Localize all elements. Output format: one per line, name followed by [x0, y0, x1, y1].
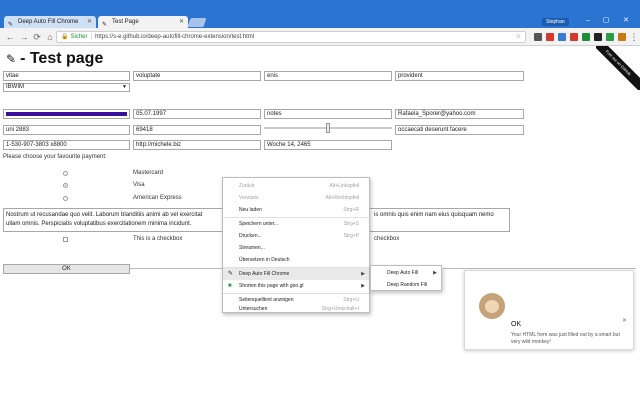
submenu-item-deep-random-fill[interactable]: Deep Random Fill — [371, 279, 441, 291]
ribbon-text: Fork me on GitHub — [596, 46, 640, 90]
radio-label: Mastercard — [133, 170, 164, 176]
tab-label: Test Page — [112, 19, 139, 25]
checkbox-label: This is a checkbox — [133, 236, 183, 242]
maximize-button[interactable]: ▢ — [598, 16, 614, 26]
forward-arrow-icon[interactable]: → — [18, 31, 30, 43]
text-input[interactable]: provident — [395, 71, 524, 81]
menu-item-inspect[interactable]: Untersuchen Strg+Umschalt+I — [223, 304, 369, 314]
select-value: IBWIM — [6, 84, 24, 90]
checkbox-label: checkbox — [374, 236, 400, 242]
menu-kebab-icon[interactable]: ⋮ — [628, 31, 640, 43]
profile-button[interactable]: Stephan — [542, 18, 569, 26]
date-input[interactable]: 05.07.1997 — [133, 109, 261, 119]
extension-icon[interactable] — [558, 33, 566, 41]
radio-visa[interactable] — [63, 183, 68, 188]
select-dropdown[interactable]: IBWIM ▼ — [3, 83, 130, 92]
chevron-right-icon: ▶ — [433, 270, 437, 276]
text-input[interactable]: notes — [264, 109, 392, 119]
googl-icon: ■ — [228, 283, 232, 289]
url-input[interactable]: http://michele.biz — [133, 140, 261, 150]
extension-icon[interactable] — [570, 33, 578, 41]
notification-title: OK — [511, 321, 522, 328]
range-slider[interactable] — [264, 123, 392, 133]
pencil-icon: ✎ — [6, 52, 17, 66]
extension-icon[interactable] — [594, 33, 602, 41]
radio-american-express[interactable] — [63, 196, 68, 201]
chevron-right-icon: ▶ — [361, 271, 365, 277]
number-input[interactable]: 69418 — [133, 125, 261, 135]
payment-label: Please choose your favourite payment: — [3, 154, 107, 160]
color-input[interactable] — [3, 109, 130, 119]
menu-item-save-as[interactable]: Speichern unter... Strg+S — [223, 218, 369, 230]
close-tab-icon[interactable]: ✕ — [87, 16, 92, 28]
text-input[interactable]: voluptate — [133, 71, 261, 81]
extension-icon[interactable] — [606, 33, 614, 41]
color-swatch — [6, 112, 127, 116]
text-input[interactable]: enis — [264, 71, 392, 81]
menu-item-translate[interactable]: Übersetzen in Deutsch — [223, 254, 369, 266]
browser-toolbar: ← → ⟳ ⌂ 🔒 Sicher | https://s-e.github.io/de… — [0, 28, 640, 46]
tab-label: Deep Auto Fill Chrome — [18, 19, 79, 25]
bookmark-star-icon[interactable]: ☆ — [516, 32, 521, 42]
minimize-button[interactable]: – — [580, 16, 596, 26]
chevron-down-icon: ▼ — [122, 84, 127, 90]
divider — [130, 268, 224, 269]
monkey-icon — [479, 293, 505, 319]
menu-item-shorten-url[interactable]: ■ Shorten this page with goo.gl ▶ — [223, 280, 369, 292]
menu-item-deep-auto-fill[interactable]: ✎ Deep Auto Fill Chrome ▶ — [223, 268, 369, 280]
browser-titlebar: ✎ Deep Auto Fill Chrome ✕ ✎ Test Page ✕ … — [0, 0, 640, 28]
radio-mastercard[interactable] — [63, 171, 68, 176]
slider-thumb[interactable] — [326, 123, 330, 133]
menu-item-back[interactable]: Zurück Alt+Linkspfeil — [223, 180, 369, 192]
context-menu: Zurück Alt+Linkspfeil Vorwärts Alt+Rechtsp… — [222, 177, 370, 313]
menu-item-cast[interactable]: Streamen... — [223, 242, 369, 254]
menu-item-forward[interactable]: Vorwärts Alt+Rechtspfeil — [223, 192, 369, 204]
chevron-right-icon: ▶ — [361, 283, 365, 289]
text-input[interactable]: occaecati deserunt facere — [395, 125, 524, 135]
extension-icon[interactable] — [534, 33, 542, 41]
url-text: https://s-e.github.io/deep-autofill-chro… — [95, 34, 255, 40]
submenu-item-deep-auto-fill[interactable]: Deep Auto Fill ▶ — [371, 267, 441, 279]
email-input[interactable]: Rafaela_Sporer@yahoo.com — [395, 109, 524, 119]
tab-deep-auto-fill[interactable]: ✎ Deep Auto Fill Chrome ✕ — [4, 16, 96, 28]
secure-label: Sicher — [70, 34, 88, 40]
address-bar[interactable]: 🔒 Sicher | https://s-e.github.io/deep-autof… — [56, 31, 526, 43]
text-input[interactable]: uni 2883 — [3, 125, 130, 135]
page-title-text: - Test page — [20, 50, 104, 67]
separator: | — [90, 34, 93, 40]
close-tab-icon[interactable]: ✕ — [179, 16, 184, 28]
context-submenu: Deep Auto Fill ▶ Deep Random Fill — [370, 265, 442, 291]
lock-icon: 🔒 — [61, 34, 69, 40]
page-title: ✎ - Test page — [6, 50, 103, 68]
divider — [443, 268, 636, 269]
notification-toast: OK ✕ Your HTML form was just filled out … — [464, 270, 634, 350]
home-icon[interactable]: ⌂ — [44, 31, 56, 43]
radio-label: Visa — [133, 182, 145, 188]
close-icon[interactable]: ✕ — [622, 317, 627, 324]
back-arrow-icon[interactable]: ← — [4, 31, 16, 43]
checkbox[interactable] — [63, 237, 68, 242]
notification-body: Your HTML form was just filled out by a … — [511, 332, 620, 345]
extension-icon[interactable] — [546, 33, 554, 41]
close-window-button[interactable]: ✕ — [618, 16, 634, 26]
text-input[interactable]: vitae — [3, 71, 130, 81]
ok-button[interactable]: OK — [3, 264, 130, 274]
new-tab-button[interactable] — [187, 18, 207, 27]
radio-label: American Express — [133, 195, 182, 201]
week-input[interactable]: Woche 14, 2465 — [264, 140, 392, 150]
pencil-icon: ✎ — [228, 271, 234, 277]
tel-input[interactable]: 1-530-907-3803 x8800 — [3, 140, 130, 150]
extension-icon[interactable] — [618, 33, 626, 41]
github-ribbon[interactable]: Fork me on GitHub — [596, 46, 640, 90]
reload-icon[interactable]: ⟳ — [31, 31, 43, 43]
tab-test-page[interactable]: ✎ Test Page ✕ — [98, 16, 188, 28]
menu-item-reload[interactable]: Neu laden Strg+R — [223, 204, 369, 216]
menu-item-print[interactable]: Drucken... Strg+P — [223, 230, 369, 242]
extension-icon[interactable] — [582, 33, 590, 41]
